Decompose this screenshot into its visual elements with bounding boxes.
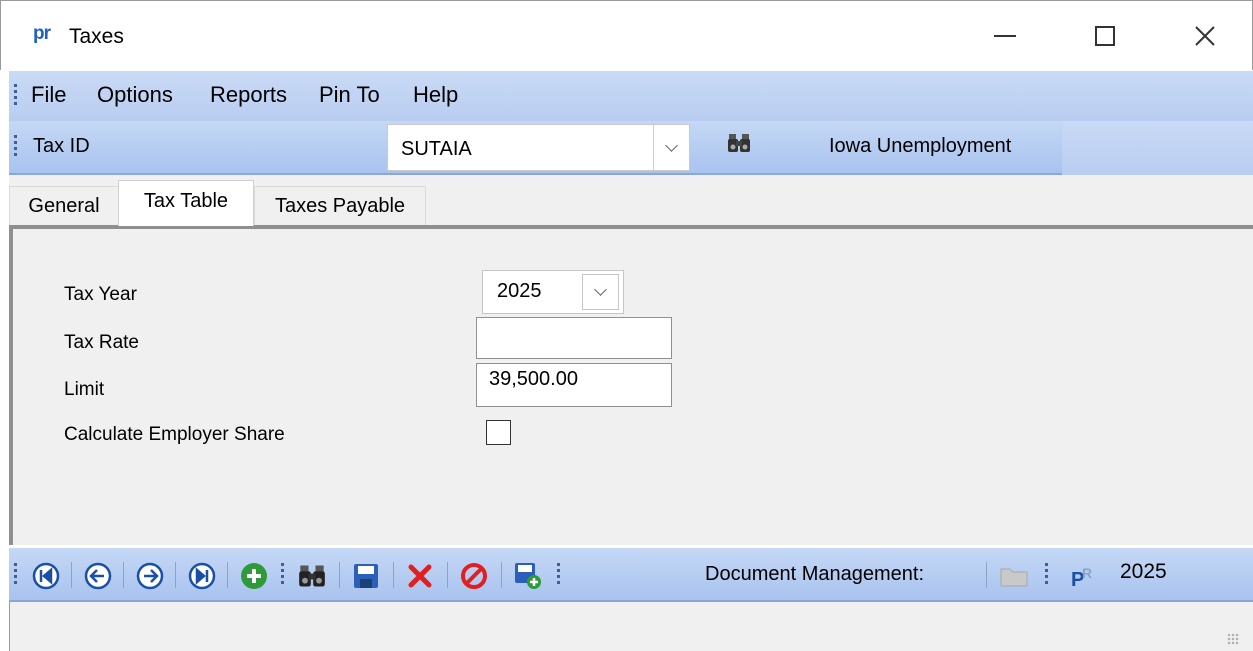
delete-icon[interactable] [406,562,434,590]
tax-rate-label: Tax Rate [64,332,139,353]
payroll-year-icon[interactable]: P R [1069,562,1097,590]
tax-description: Iowa Unemployment [829,135,1012,157]
resize-grip-icon[interactable] [1227,633,1239,645]
tax-id-combo[interactable]: SUTAIA [387,124,690,171]
close-button[interactable] [1163,1,1247,71]
tax-year-label: Tax Year [64,284,137,305]
toolbar-grip-icon[interactable] [557,563,560,587]
add-record-icon[interactable] [240,562,268,590]
folder-icon[interactable] [999,562,1029,590]
tax-year-value: 2025 [497,280,542,302]
toolbar-separator [393,562,394,588]
menu-bar: File Options Reports Pin To Help [9,71,1253,121]
menu-reports[interactable]: Reports [210,82,287,108]
employer-share-label: Calculate Employer Share [64,424,285,445]
window-title: Taxes [69,25,124,48]
toolbar-separator [175,562,176,588]
tax-year-dropdown-button[interactable] [582,274,619,310]
first-record-icon[interactable] [32,562,60,590]
tax-table-panel: Tax Year 2025 Tax Rate Limit 39,500.00 C… [9,225,1253,545]
toolbar-separator [123,562,124,588]
tax-id-value: SUTAIA [401,138,472,160]
minimize-button[interactable] [963,1,1047,71]
menu-grip-icon[interactable] [14,84,17,108]
navigation-toolbar: Document Management: P R 2025 [9,548,1253,602]
maximize-icon [1095,26,1115,46]
status-bar [9,602,1253,651]
toolbar-separator [339,562,340,588]
tab-tax-table[interactable]: Tax Table [118,180,254,226]
save-new-icon[interactable] [514,562,542,590]
toolbar-separator [227,562,228,588]
chevron-down-icon [665,138,678,152]
app-logo: pr [33,23,51,44]
cancel-icon[interactable] [460,562,488,590]
last-record-icon[interactable] [188,562,216,590]
tax-year-combo[interactable]: 2025 [482,270,624,314]
menu-file[interactable]: File [31,82,66,108]
document-management-label: Document Management: [705,563,925,585]
svg-text:R: R [1082,565,1092,581]
previous-record-icon[interactable] [84,562,112,590]
chevron-down-icon [594,283,607,296]
next-record-icon[interactable] [136,562,164,590]
menu-help[interactable]: Help [413,82,458,108]
maximize-button[interactable] [1063,1,1147,71]
payroll-year-value: 2025 [1120,560,1167,583]
tab-general[interactable]: General [9,186,119,225]
toolbar-grip-icon[interactable] [14,563,17,587]
title-bar: pr Taxes [0,0,1253,70]
toolbar-separator [71,562,72,588]
toolbar-grip-icon[interactable] [281,563,284,587]
tab-strip: General Tax Table Taxes Payable [9,175,1253,226]
minimize-icon [994,35,1016,37]
toolbar-filler [1062,121,1253,175]
binoculars-icon[interactable] [727,131,751,155]
toolbar-separator [501,562,502,588]
tax-rate-input[interactable] [476,317,672,359]
close-icon [1195,26,1215,46]
toolbar-separator [986,562,987,588]
limit-input[interactable]: 39,500.00 [476,363,672,407]
menu-options[interactable]: Options [97,82,173,108]
tax-id-toolbar: Tax ID SUTAIA Iowa Unemployment [9,121,1062,175]
menu-pin-to[interactable]: Pin To [319,82,380,108]
save-icon[interactable] [352,562,380,590]
tax-id-label: Tax ID [33,135,90,157]
employer-share-checkbox[interactable] [486,420,511,445]
toolbar-separator [447,562,448,588]
limit-label: Limit [64,379,105,400]
binoculars-icon[interactable] [298,562,326,590]
tax-id-dropdown-button[interactable] [653,125,689,170]
toolbar-grip-icon[interactable] [14,135,17,159]
tab-taxes-payable[interactable]: Taxes Payable [254,186,426,225]
toolbar-grip-icon[interactable] [1045,563,1048,587]
